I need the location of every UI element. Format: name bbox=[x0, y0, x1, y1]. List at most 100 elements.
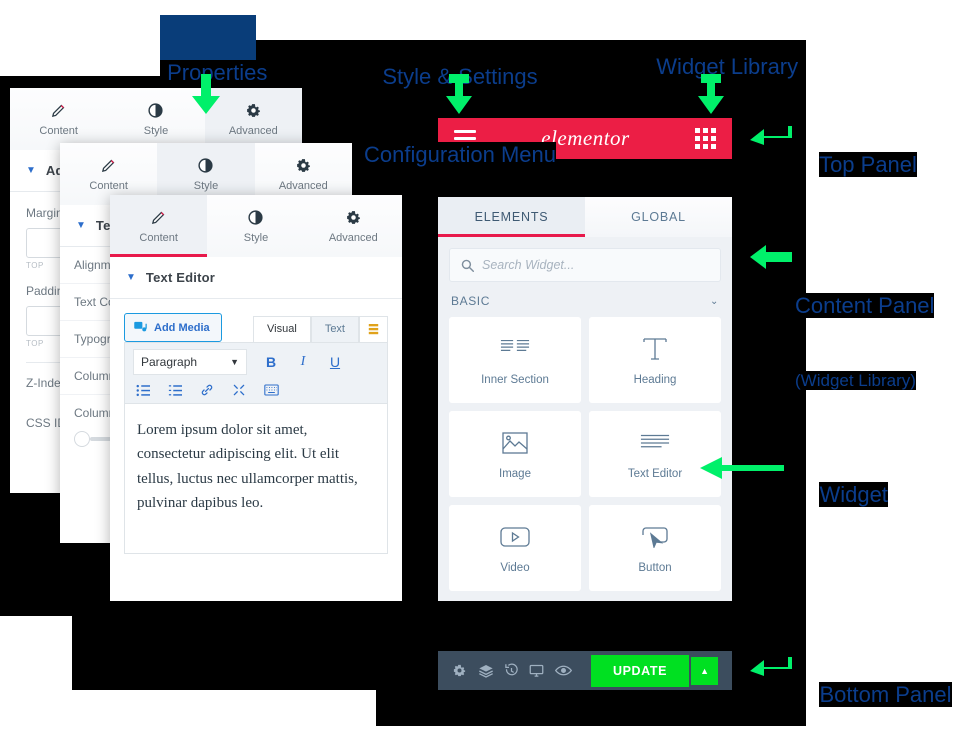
arrow-left-bottom-panel bbox=[748, 655, 792, 685]
tab-content-label: Content bbox=[89, 179, 128, 192]
tab-content-label: Content bbox=[39, 124, 78, 137]
arrow-left-top-panel bbox=[748, 124, 792, 154]
settings-panel-content[interactable]: Content Style Advanced ▼ Text Editor Add… bbox=[110, 195, 402, 601]
section-title: Text Editor bbox=[145, 270, 216, 285]
editor-toolbar[interactable]: Paragraph ▼ B I U bbox=[124, 342, 388, 404]
annotation-bottom-panel: Bottom Panel bbox=[795, 656, 952, 734]
annotation-widget-library-label: Widget Library bbox=[656, 53, 799, 79]
image-icon bbox=[502, 428, 528, 458]
annotation-top-panel: Top Panel bbox=[795, 126, 917, 204]
tab-content-label: Content bbox=[139, 231, 178, 244]
tab-advanced-label: Advanced bbox=[228, 124, 278, 137]
widget-label: Image bbox=[499, 468, 531, 480]
widget-grid: Inner Section Heading Image Text Editor … bbox=[438, 317, 732, 603]
widget-card-heading[interactable]: Heading bbox=[589, 317, 721, 403]
history-icon[interactable] bbox=[504, 663, 530, 678]
search-widget-placeholder: Search Widget... bbox=[482, 258, 575, 272]
pencil-icon bbox=[150, 209, 167, 227]
section-header-text-editor[interactable]: ▼ Text Editor bbox=[110, 257, 402, 299]
widget-card-text-editor[interactable]: Text Editor bbox=[589, 411, 721, 497]
arrow-left-content-panel bbox=[748, 244, 792, 270]
widget-label: Video bbox=[500, 562, 530, 574]
button-cursor-icon bbox=[640, 522, 670, 552]
chevron-down-icon[interactable]: ⌄ bbox=[710, 296, 719, 307]
format-select[interactable]: Paragraph ▼ bbox=[133, 349, 247, 375]
add-media-button[interactable]: Add Media bbox=[124, 313, 222, 342]
editor-mode-tabs[interactable]: Visual Text bbox=[253, 316, 388, 342]
caret-down-icon: ▼ bbox=[76, 220, 86, 231]
arrow-down-style-settings bbox=[443, 74, 475, 114]
text-editor-icon bbox=[640, 428, 670, 458]
contrast-icon bbox=[247, 209, 264, 227]
caret-up-icon[interactable]: ▲ bbox=[691, 656, 718, 685]
tab-advanced-label: Advanced bbox=[328, 231, 378, 244]
diagram-canvas: Properties Style & Settings Configuratio… bbox=[0, 0, 956, 738]
widget-label: Button bbox=[638, 562, 672, 574]
annotation-content-panel-line2: (Widget Library) bbox=[795, 370, 916, 390]
tab-style-label: Style bbox=[193, 179, 219, 192]
widget-category-label: BASIC bbox=[451, 294, 491, 308]
arrow-down-widget-library bbox=[695, 74, 727, 114]
annotation-style-settings-line2: Configuration Menu bbox=[363, 141, 556, 167]
read-more-icon[interactable] bbox=[232, 383, 246, 397]
search-icon bbox=[461, 259, 474, 272]
editor-body-text[interactable]: Lorem ipsum dolor sit amet, consectetur … bbox=[124, 404, 388, 554]
tab-content[interactable]: Content bbox=[110, 195, 208, 257]
layers-icon[interactable] bbox=[478, 663, 504, 679]
toolbar-toggle-icon[interactable] bbox=[359, 316, 388, 342]
widget-label: Text Editor bbox=[627, 468, 683, 480]
widget-card-inner-section[interactable]: Inner Section bbox=[449, 317, 581, 403]
contrast-icon bbox=[197, 157, 214, 175]
numbered-list-icon[interactable] bbox=[168, 384, 182, 397]
tab-visual[interactable]: Visual bbox=[253, 316, 311, 342]
keyboard-icon[interactable] bbox=[264, 384, 279, 396]
preview-eye-icon[interactable] bbox=[555, 664, 581, 677]
widget-card-button[interactable]: Button bbox=[589, 505, 721, 591]
tab-global[interactable]: GLOBAL bbox=[585, 197, 732, 237]
heading-t-icon bbox=[642, 334, 668, 364]
search-widget-input[interactable]: Search Widget... bbox=[449, 248, 721, 282]
update-button[interactable]: UPDATE bbox=[590, 654, 690, 687]
arrow-left-widget bbox=[698, 455, 784, 481]
tab-content[interactable]: Content bbox=[10, 88, 107, 150]
gear-icon bbox=[295, 157, 312, 175]
annotation-content-panel-line1: Content Panel bbox=[795, 292, 935, 318]
widget-card-video[interactable]: Video bbox=[449, 505, 581, 591]
caret-down-icon: ▼ bbox=[126, 272, 136, 283]
occluding-box bbox=[160, 15, 256, 60]
tab-text[interactable]: Text bbox=[310, 316, 359, 342]
tab-style[interactable]: Style bbox=[207, 195, 304, 257]
bulleted-list-icon[interactable] bbox=[136, 384, 150, 397]
widget-category-basic[interactable]: BASIC ⌄ bbox=[438, 282, 732, 317]
video-play-icon bbox=[500, 522, 530, 552]
widget-label: Inner Section bbox=[481, 374, 549, 386]
chevron-down-icon: ▼ bbox=[230, 357, 239, 367]
tab-advanced-label: Advanced bbox=[278, 179, 328, 192]
annotation-widget-label: Widget bbox=[819, 481, 888, 507]
bold-icon[interactable]: B bbox=[263, 354, 279, 370]
annotation-bottom-panel-label: Bottom Panel bbox=[819, 681, 952, 707]
widget-card-image[interactable]: Image bbox=[449, 411, 581, 497]
tab-style-label: Style bbox=[143, 124, 169, 137]
italic-icon[interactable]: I bbox=[295, 354, 311, 370]
annotation-content-panel: Content Panel (Widget Library) bbox=[795, 241, 935, 443]
annotation-style-settings: Style & Settings Configuration Menu bbox=[330, 12, 590, 220]
annotation-top-panel-label: Top Panel bbox=[819, 151, 917, 177]
link-icon[interactable] bbox=[200, 383, 214, 397]
format-select-value: Paragraph bbox=[141, 355, 198, 369]
grid-apps-icon[interactable] bbox=[694, 128, 716, 149]
underline-icon[interactable]: U bbox=[327, 354, 343, 370]
add-media-label: Add Media bbox=[154, 321, 210, 334]
tab-style-label: Style bbox=[243, 231, 269, 244]
responsive-icon[interactable] bbox=[529, 663, 555, 678]
elementor-bottom-panel[interactable]: UPDATE ▲ bbox=[438, 651, 732, 690]
wysiwyg-editor[interactable]: Add Media Visual Text Paragraph ▼ B I U … bbox=[110, 299, 402, 554]
pencil-icon bbox=[100, 157, 117, 175]
inner-section-icon bbox=[500, 334, 530, 364]
caret-down-icon: ▼ bbox=[26, 165, 36, 176]
elementor-content-panel[interactable]: ELEMENTS GLOBAL Search Widget... BASIC ⌄ bbox=[438, 197, 732, 601]
widget-label: Heading bbox=[633, 374, 677, 386]
pencil-icon bbox=[50, 102, 67, 120]
annotation-widget: Widget bbox=[795, 456, 888, 534]
gear-icon[interactable] bbox=[452, 663, 478, 678]
